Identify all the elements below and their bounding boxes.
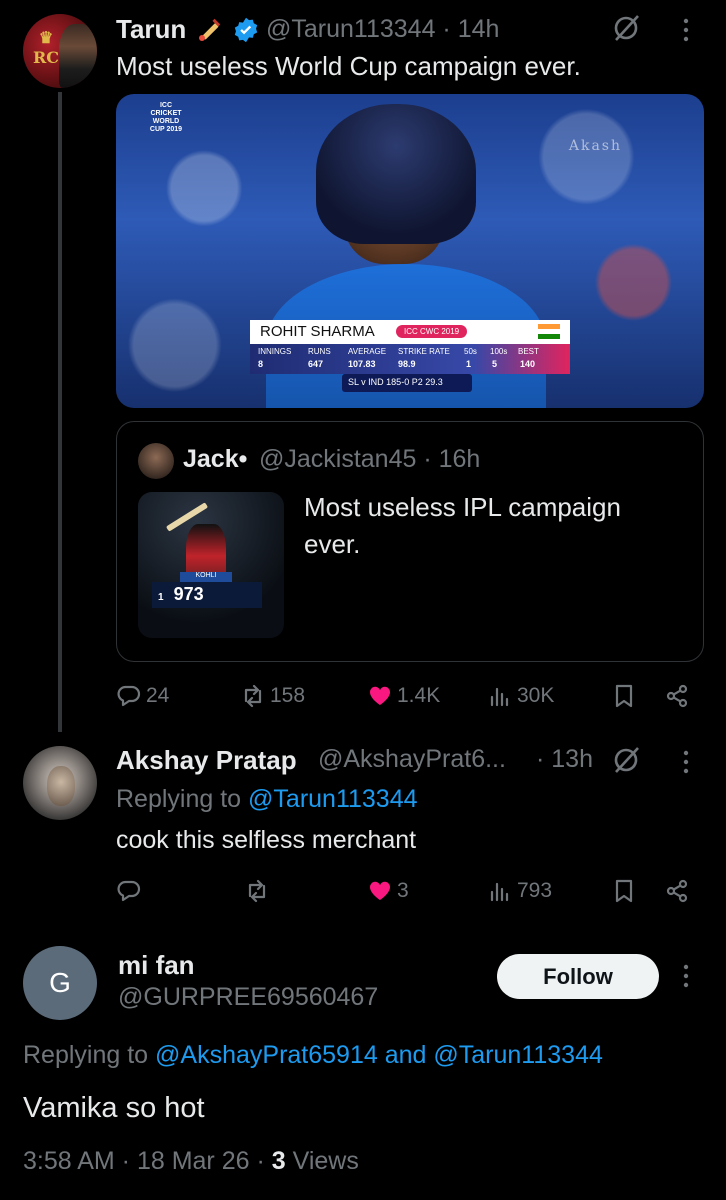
quoted-tweet-text: Most useless IPL campaign ever.: [304, 492, 621, 559]
reply-icon: [117, 880, 141, 902]
stat-header: 100s: [490, 347, 508, 356]
match-score: SL v IND 185-0 P2 29.3: [342, 374, 472, 392]
tweet-date[interactable]: 18 Mar 26: [137, 1147, 250, 1175]
stat-header: RUNS: [308, 347, 331, 356]
like-button[interactable]: 3: [367, 878, 409, 904]
share-icon[interactable]: [664, 878, 690, 904]
stat-value: 98.9: [398, 359, 416, 369]
focused-tweet-text: Vamika so hot: [23, 1092, 205, 1124]
stat-header: AVERAGE: [348, 347, 387, 356]
event-tag: ICC CWC 2019: [396, 325, 468, 338]
views-count: 793: [517, 879, 553, 902]
like-count: 1.4K: [397, 684, 441, 707]
retweet-button[interactable]: [244, 878, 274, 904]
reply-author-avatar[interactable]: [23, 746, 97, 820]
views-label: Views: [292, 1147, 359, 1175]
more-options-icon[interactable]: [676, 16, 696, 44]
tweet-meta-line: 3:58 AM · 18 Mar 26 · 3 Views: [23, 1147, 359, 1175]
player-helmet: [316, 104, 476, 244]
thumb-player-name: KOHLI: [180, 572, 232, 582]
replying-and: and: [384, 1041, 427, 1069]
player-name: ROHIT SHARMA: [260, 323, 375, 340]
grok-icon[interactable]: [611, 745, 641, 775]
stat-header: INNINGS: [258, 347, 292, 356]
stat-value: 107.83: [348, 359, 376, 369]
follow-button[interactable]: Follow: [497, 954, 659, 999]
stat-value: 140: [520, 359, 536, 369]
avatar-photo: [59, 24, 97, 88]
retweet-icon: [248, 879, 266, 903]
views-button[interactable]: 793: [487, 878, 552, 904]
like-count: 3: [397, 879, 409, 902]
quoted-author-avatar[interactable]: [138, 443, 174, 479]
stat-header: 50s: [464, 347, 477, 356]
reply-icon: [117, 685, 141, 707]
bookmark-icon[interactable]: [611, 683, 637, 709]
quoted-handle-time[interactable]: @Jackistan45 · 16h: [259, 445, 480, 474]
author-name[interactable]: Tarun: [116, 14, 186, 45]
reply-count: 24: [146, 684, 170, 707]
stat-header: STRIKE RATE: [398, 347, 450, 356]
grok-icon[interactable]: [611, 13, 641, 43]
tweet-media-image[interactable]: ICC CRICKET WORLD CUP 2019 Akash ROHIT S…: [116, 94, 704, 408]
quoted-author-name[interactable]: Jack•: [183, 445, 247, 474]
thumb-rank: 1: [158, 592, 164, 603]
reply-time[interactable]: · 13h: [536, 745, 593, 774]
reply-button[interactable]: [116, 878, 146, 904]
stat-value: 1: [466, 359, 472, 369]
stat-value: 647: [308, 359, 324, 369]
views-count: 3: [271, 1147, 286, 1175]
more-options-icon[interactable]: [676, 962, 696, 990]
heart-filled-icon: [369, 686, 391, 705]
author-avatar[interactable]: ♛ RC: [23, 14, 97, 88]
replying-to-link[interactable]: @Tarun113344: [433, 1041, 602, 1069]
views-bar-chart-icon: [490, 687, 509, 707]
retweet-button[interactable]: 158: [240, 683, 305, 709]
stat-value: 8: [258, 359, 264, 369]
thumb-score: 973: [173, 584, 204, 604]
views-bar-chart-icon: [490, 882, 509, 902]
india-flag-icon: [538, 324, 560, 339]
heart-filled-icon: [369, 881, 391, 900]
retweet-count: 158: [270, 684, 306, 707]
retweet-icon: [244, 684, 262, 708]
replying-to-link[interactable]: @Tarun113344: [248, 785, 417, 813]
rcb-crest-icon: ♛ RC: [32, 28, 60, 67]
quoted-media-thumbnail[interactable]: KOHLI 1 973: [138, 492, 284, 638]
replying-to-line: Replying to @Tarun113344: [116, 785, 418, 813]
tweet-text: Most useless World Cup campaign ever.: [116, 51, 581, 81]
focused-author-avatar[interactable]: G: [23, 946, 97, 1020]
focused-author-name[interactable]: mi fan: [118, 950, 195, 981]
tweet-time[interactable]: 3:58 AM: [23, 1147, 115, 1175]
stat-header: BEST: [518, 347, 539, 356]
thread-line: [58, 92, 62, 732]
views-button[interactable]: 30K: [487, 683, 554, 709]
reply-button[interactable]: 24: [116, 683, 169, 709]
cricket-bat-icon: [199, 18, 221, 41]
avatar-photo: [47, 766, 75, 806]
image-watermark: Akash: [568, 138, 622, 154]
reply-text: cook this selfless merchant: [116, 826, 417, 854]
bookmark-icon[interactable]: [611, 878, 637, 904]
player-stat-card: ROHIT SHARMA ICC CWC 2019 INNINGS RUNS A…: [250, 320, 570, 402]
share-icon[interactable]: [664, 683, 690, 709]
focused-author-handle[interactable]: @GURPREE69560467: [118, 983, 378, 1012]
replying-to-line: Replying to @AkshayPrat65914 and @Tarun1…: [23, 1041, 603, 1069]
stat-value: 5: [492, 359, 498, 369]
world-cup-logo: ICC CRICKET WORLD CUP 2019: [149, 102, 183, 133]
replying-to-link[interactable]: @AkshayPrat65914: [155, 1041, 378, 1069]
like-button[interactable]: 1.4K: [367, 683, 440, 709]
more-options-icon[interactable]: [676, 748, 696, 776]
views-count: 30K: [517, 684, 555, 707]
reply-author-handle[interactable]: @AkshayPrat6...: [318, 745, 506, 774]
author-handle-time[interactable]: @Tarun113344 · 14h: [266, 15, 499, 44]
verified-badge-icon: [234, 17, 258, 43]
reply-author-name[interactable]: Akshay Pratap: [116, 745, 297, 776]
thumb-scoreboard: 1 973: [152, 582, 262, 608]
